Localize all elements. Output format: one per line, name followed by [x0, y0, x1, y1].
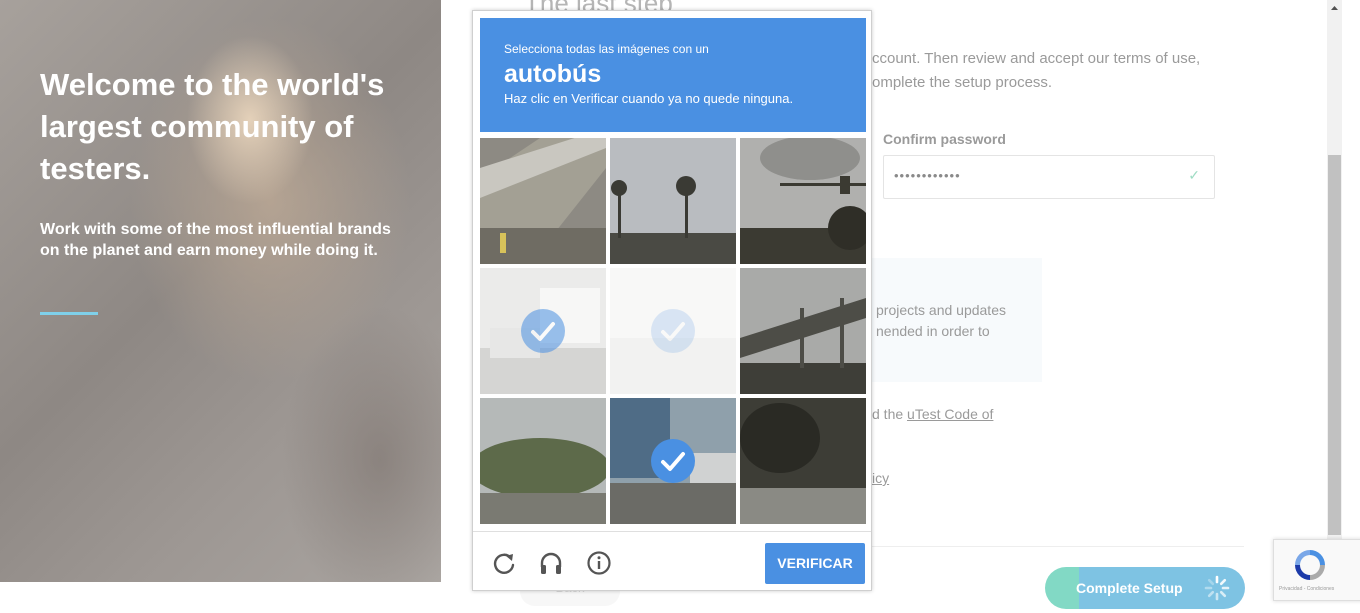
form-intro: ccount. Then review and accept our terms…: [872, 50, 1201, 91]
code-of-conduct-link[interactable]: uTest Code of: [907, 406, 993, 422]
confirm-password-label: Confirm password: [883, 131, 1006, 147]
captcha-hint: Haz clic en Verificar cuando ya no quede…: [504, 91, 794, 106]
captcha-tile-2[interactable]: [610, 138, 736, 264]
loading-spinner-icon: [1204, 575, 1230, 601]
complete-setup-button[interactable]: Complete Setup: [1045, 567, 1245, 609]
form-divider: [872, 546, 1244, 547]
badge-privacy-text[interactable]: Privacidad - Condiciones: [1279, 586, 1334, 592]
captcha-header: Selecciona todas las imágenes con un aut…: [480, 18, 866, 132]
selected-check-icon: [651, 439, 695, 483]
captcha-tile-3[interactable]: [740, 138, 866, 264]
selected-check-icon: [521, 309, 565, 353]
captcha-challenge: Selecciona todas las imágenes con un aut…: [472, 10, 872, 591]
captcha-tile-1[interactable]: [480, 138, 606, 264]
captcha-tile-9[interactable]: [740, 398, 866, 524]
captcha-instruction: Selecciona todas las imágenes con un: [504, 42, 709, 56]
hero-title: Welcome to the world's largest community…: [40, 67, 385, 186]
selected-check-icon: [651, 309, 695, 353]
scroll-thumb[interactable]: [1328, 155, 1341, 535]
hero-subtitle: Work with some of the most influential b…: [40, 221, 391, 259]
scroll-up-arrow-icon[interactable]: [1327, 0, 1342, 17]
privacy-policy-link[interactable]: icy: [872, 470, 889, 486]
complete-setup-label: Complete Setup: [1076, 580, 1183, 596]
reload-icon[interactable]: [491, 550, 517, 576]
captcha-target: autobús: [504, 60, 602, 88]
recaptcha-logo-icon: [1295, 550, 1325, 580]
vertical-scrollbar[interactable]: [1327, 0, 1342, 540]
captcha-footer: VERIFICAR: [473, 531, 871, 591]
captcha-tile-7[interactable]: [480, 398, 606, 524]
verify-button[interactable]: VERIFICAR: [765, 543, 865, 584]
check-icon: ✓: [1188, 167, 1200, 183]
info-icon[interactable]: [586, 550, 612, 576]
hero-divider: [40, 312, 98, 315]
captcha-tile-6[interactable]: [740, 268, 866, 394]
hero-panel: Welcome to the world's largest community…: [0, 0, 441, 582]
code-of-conduct-text: d the uTest Code of: [872, 406, 993, 422]
recaptcha-badge[interactable]: Privacidad - Condiciones: [1273, 539, 1360, 601]
audio-headphones-icon[interactable]: [538, 550, 564, 576]
confirm-password-value: ••••••••••••: [894, 168, 961, 183]
notice-text: projects and updates nended in order to: [876, 302, 1006, 339]
code-of-conduct-prefix: d the: [872, 406, 908, 422]
confirm-password-field[interactable]: •••••••••••• ✓: [883, 155, 1215, 199]
notice-box: projects and updates nended in order to: [872, 258, 1042, 382]
captcha-grid: [480, 138, 870, 528]
